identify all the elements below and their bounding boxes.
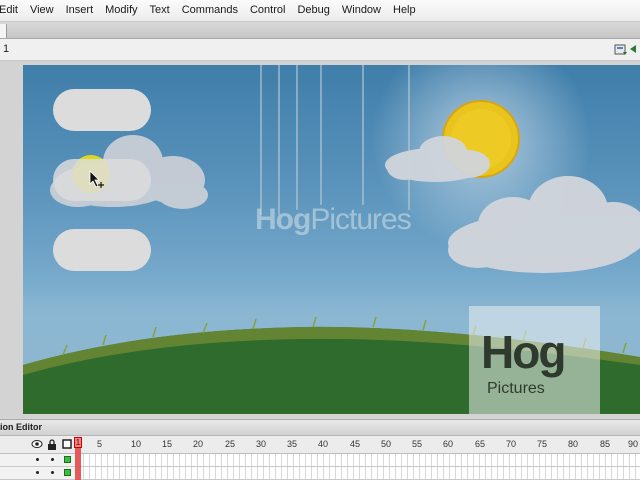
frame-number: 80 [568,439,579,449]
frame-number: 85 [600,439,611,449]
frame-number: 20 [193,439,204,449]
menu-debug[interactable]: Debug [292,0,336,21]
timeline-title-text[interactable]: tion Editor [0,420,42,435]
stage-button-1[interactable] [53,89,151,131]
frame-number: 30 [256,439,267,449]
menu-control[interactable]: Control [245,0,292,21]
outline-square[interactable] [64,469,71,476]
arrow-cursor-icon [89,170,104,188]
edit-bar: 1 [0,39,640,61]
stage-button-3[interactable] [53,229,151,271]
frame-number: 5 [97,439,103,449]
stage[interactable]: HogPictures Hog Pictures [23,65,640,414]
visibility-dot[interactable] [36,471,39,474]
timeline-header: 5 10 15 20 25 30 35 40 45 50 55 60 65 70… [0,436,640,454]
frame-number: 70 [506,439,517,449]
stage-area: HogPictures Hog Pictures [0,61,640,418]
watermark-box-hog: Hog [481,326,566,378]
lock-dot[interactable] [51,458,54,461]
timeline-panel-title: tion Editor [0,419,640,436]
menu-bar: Edit View Insert Modify Text Commands Co… [0,0,640,22]
frame-number: 40 [318,439,329,449]
frame-number: 50 [381,439,392,449]
outline-square[interactable] [64,456,71,463]
timeline-layer-row[interactable] [0,454,640,467]
eye-icon[interactable] [31,439,43,449]
document-tab-bar [0,22,640,39]
menu-insert[interactable]: Insert [61,0,101,21]
frame-number: 75 [537,439,548,449]
playhead[interactable]: 1 [74,437,82,448]
symbol-edit-icon[interactable] [630,43,640,56]
frame-number: 90 [628,439,639,449]
watermark-text: HogPictures [255,203,412,237]
frame-number: 65 [475,439,486,449]
document-tab[interactable] [0,24,7,38]
menu-view[interactable]: View [25,0,61,21]
timeline-layer-row[interactable] [0,467,640,480]
frame-number: 15 [162,439,173,449]
frame-number: 55 [412,439,423,449]
menu-commands[interactable]: Commands [177,0,245,21]
scene-edit-icon[interactable] [614,43,628,56]
frame-number: 60 [443,439,454,449]
lock-icon[interactable] [47,439,57,450]
frame-number: 25 [225,439,236,449]
lock-dot[interactable] [51,471,54,474]
frame-number: 45 [350,439,361,449]
layer-controls [0,467,80,479]
menu-window[interactable]: Window [337,0,388,21]
watermark-box-pictures: Pictures [487,380,545,397]
watermark-hog: Hog [255,203,311,236]
frame-number: 10 [131,439,142,449]
watermark-pictures: Pictures [310,203,411,236]
scene-label[interactable]: 1 [3,39,9,60]
menu-modify[interactable]: Modify [100,0,144,21]
layer-controls [0,454,80,466]
frame-number: 35 [287,439,298,449]
outline-icon[interactable] [62,439,72,449]
menu-edit[interactable]: Edit [0,0,25,21]
watermark-box: Hog Pictures [469,306,600,414]
menu-help[interactable]: Help [388,0,423,21]
menu-text[interactable]: Text [145,0,177,21]
visibility-dot[interactable] [36,458,39,461]
